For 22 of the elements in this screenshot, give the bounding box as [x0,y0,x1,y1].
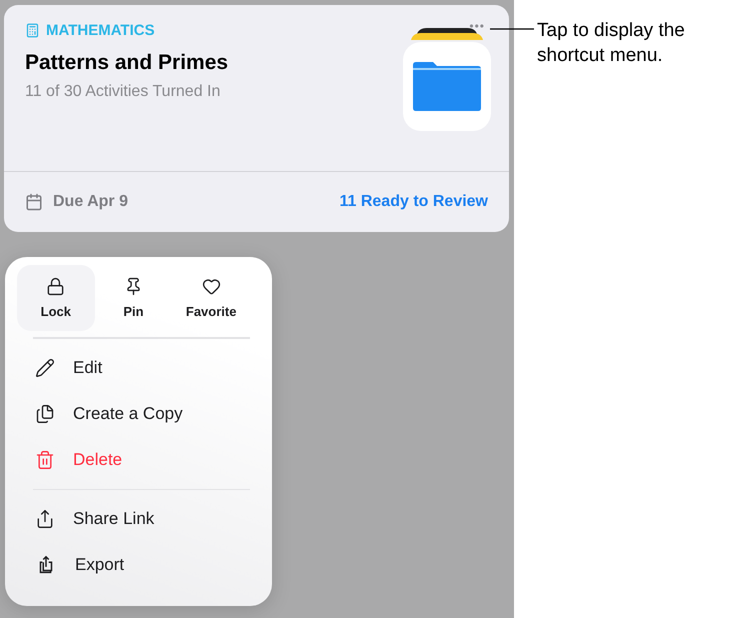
quick-action-button[interactable]: Lock [17,265,95,331]
menu-item[interactable]: Export [17,542,250,588]
calculator-icon [25,23,40,38]
activities-count: 11 of 30 Activities Turned In [25,83,222,101]
quick-action-button[interactable]: Favorite [172,265,250,331]
pencil-icon [35,358,55,378]
callout-text: Tap to display the shortcut menu. [537,19,686,68]
menu-item[interactable]: Edit [17,344,250,390]
menu-item[interactable]: Create a Copy [17,390,250,436]
folder-app-icon [403,28,491,131]
subject-label: MATHEMATICS [46,22,155,39]
due-date: Due Apr 9 [53,193,128,211]
calendar-icon [25,193,43,211]
copy-icon [35,404,55,424]
assignment-title: Patterns and Primes [25,51,230,75]
quick-action-button[interactable]: Pin [94,265,172,331]
share-icon [35,509,55,529]
menu-item[interactable]: Share Link [17,496,250,542]
leader-line [490,28,534,30]
heart-icon [202,277,221,296]
lock-icon [46,277,66,296]
trash-icon [35,450,55,470]
